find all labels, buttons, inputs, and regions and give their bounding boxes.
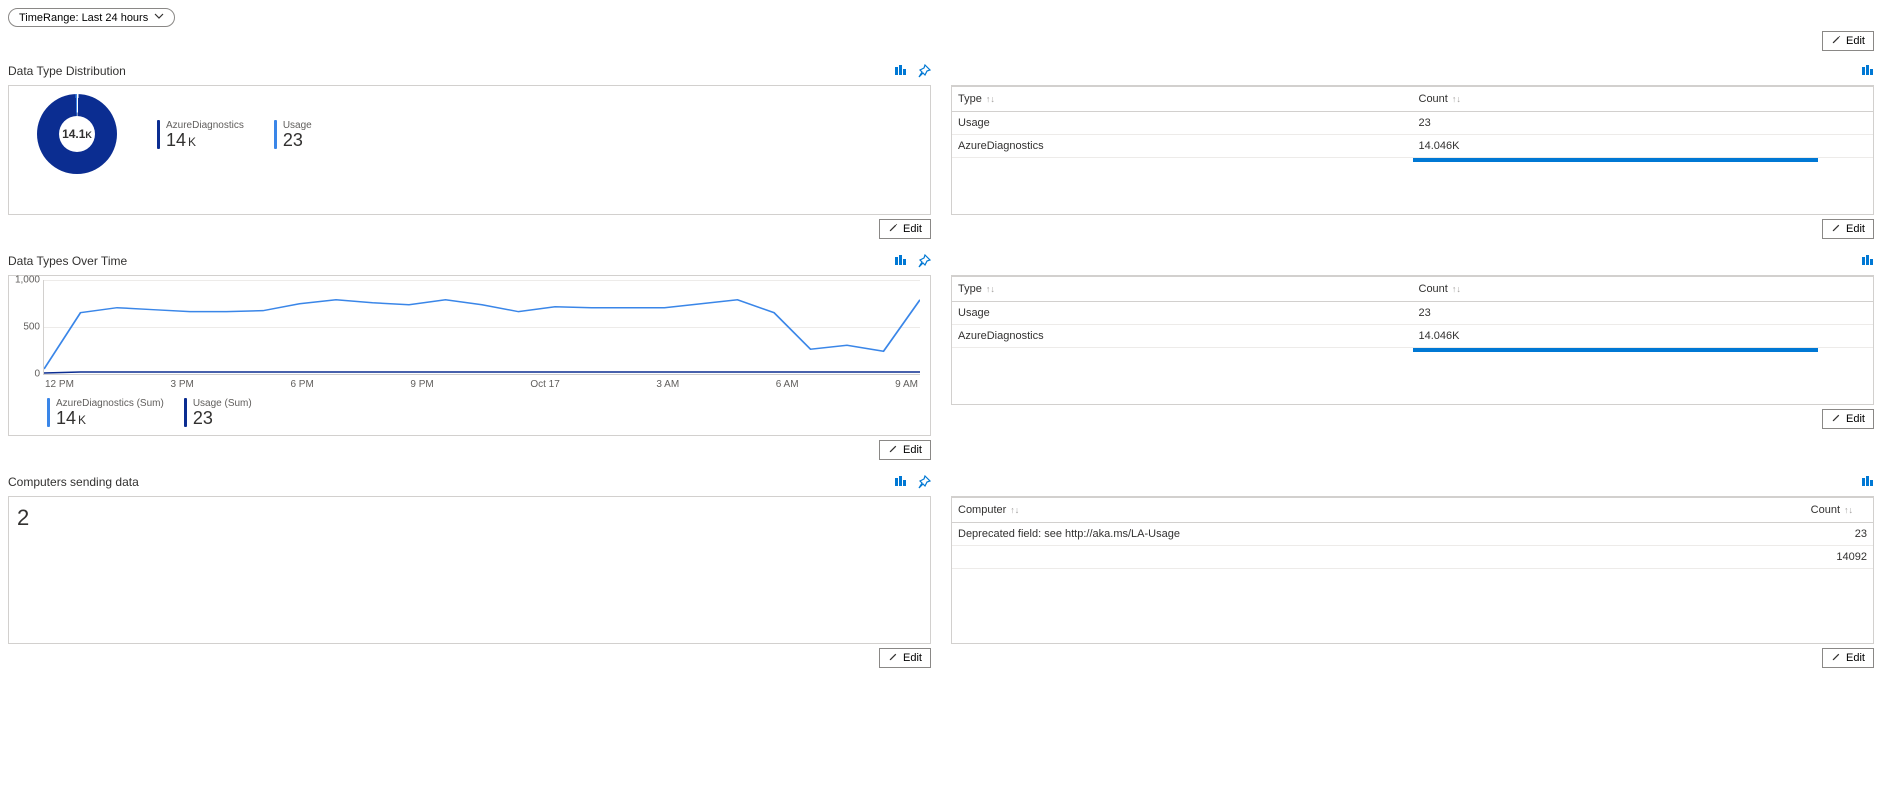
edit-label: Edit <box>1846 35 1865 47</box>
logs-icon[interactable] <box>1860 254 1874 268</box>
logs-icon[interactable] <box>1860 64 1874 78</box>
donut-center-value: 14.1K <box>62 127 92 141</box>
pencil-icon <box>1831 222 1842 236</box>
panel-type-count-table-2: Type↑↓ Count↑↓ Usage 23 AzureDiagnostics… <box>951 251 1874 460</box>
pencil-icon <box>1831 34 1842 48</box>
edit-button[interactable]: Edit <box>1822 648 1874 668</box>
pin-icon[interactable] <box>917 254 931 268</box>
summary-azurediagnostics: AzureDiagnostics (Sum) 14K <box>47 398 164 427</box>
edit-button[interactable]: Edit <box>879 440 931 460</box>
table-row: AzureDiagnostics 14.046K <box>952 135 1873 158</box>
panel-title: Computers sending data <box>8 475 139 489</box>
edit-label: Edit <box>903 444 922 456</box>
sort-icon: ↑↓ <box>982 94 995 104</box>
pin-icon[interactable] <box>917 475 931 489</box>
pencil-icon <box>888 651 899 665</box>
panel-computer-table: Computer↑↓ Count↑↓ Deprecated field: see… <box>951 472 1874 668</box>
col-type[interactable]: Type↑↓ <box>952 87 1413 112</box>
logs-icon[interactable] <box>1860 475 1874 489</box>
col-computer[interactable]: Computer↑↓ <box>952 498 1735 523</box>
computers-count: 2 <box>17 505 922 531</box>
edit-button[interactable]: Edit <box>879 219 931 239</box>
edit-label: Edit <box>903 223 922 235</box>
donut-chart: 14.1K <box>37 94 117 174</box>
panel-data-types-over-time: Data Types Over Time 1,000 500 0 12 PM <box>8 251 931 460</box>
sort-icon: ↑↓ <box>1448 94 1461 104</box>
legend-item-azurediagnostics: AzureDiagnostics 14K <box>157 120 244 149</box>
edit-label: Edit <box>1846 652 1865 664</box>
pencil-icon <box>888 222 899 236</box>
chart-donut: 14.1K AzureDiagnostics 14K Usag <box>8 85 931 215</box>
edit-label: Edit <box>903 652 922 664</box>
logs-icon[interactable] <box>893 475 907 489</box>
table-row: Usage 23 <box>952 302 1873 325</box>
table-row: Usage 23 <box>952 112 1873 135</box>
logs-icon[interactable] <box>893 254 907 268</box>
edit-button[interactable]: Edit <box>879 648 931 668</box>
panel-title: Data Types Over Time <box>8 254 127 268</box>
type-count-table: Type↑↓ Count↑↓ Usage 23 AzureDiagnostics… <box>952 276 1873 348</box>
col-count[interactable]: Count↑↓ <box>1413 277 1874 302</box>
col-count[interactable]: Count↑↓ <box>1735 498 1873 523</box>
edit-button-top[interactable]: Edit <box>1822 31 1874 51</box>
chevron-down-icon <box>154 11 164 24</box>
logs-icon[interactable] <box>893 64 907 78</box>
table-row: Deprecated field: see http://aka.ms/LA-U… <box>952 523 1873 546</box>
edit-label: Edit <box>1846 413 1865 425</box>
pencil-icon <box>888 443 899 457</box>
pencil-icon <box>1831 651 1842 665</box>
pencil-icon <box>1831 412 1842 426</box>
type-count-table: Type↑↓ Count↑↓ Usage 23 AzureDiagnostics… <box>952 86 1873 158</box>
edit-button[interactable]: Edit <box>1822 219 1874 239</box>
pin-icon[interactable] <box>917 64 931 78</box>
table-row: AzureDiagnostics 14.046K <box>952 325 1873 348</box>
edit-label: Edit <box>1846 223 1865 235</box>
x-axis-labels: 12 PM 3 PM 6 PM 9 PM Oct 17 3 AM 6 AM 9 … <box>43 375 920 390</box>
timerange-selector[interactable]: TimeRange: Last 24 hours <box>8 8 175 27</box>
legend-item-usage: Usage 23 <box>274 120 312 149</box>
table-row: 14092 <box>952 546 1873 569</box>
col-count[interactable]: Count↑↓ <box>1413 87 1874 112</box>
panel-computers-sending-data: Computers sending data 2 Edit <box>8 472 931 668</box>
computer-table: Computer↑↓ Count↑↓ Deprecated field: see… <box>952 497 1873 569</box>
summary-usage: Usage (Sum) 23 <box>184 398 252 427</box>
col-type[interactable]: Type↑↓ <box>952 277 1413 302</box>
line-chart: 1,000 500 0 <box>43 280 920 375</box>
timerange-label: TimeRange: Last 24 hours <box>19 12 148 24</box>
panel-data-type-distribution: Data Type Distribution 14.1K <box>8 61 931 239</box>
panel-title: Data Type Distribution <box>8 64 126 78</box>
edit-button[interactable]: Edit <box>1822 409 1874 429</box>
panel-type-count-table-1: Type↑↓ Count↑↓ Usage 23 AzureDiagnostics… <box>951 61 1874 239</box>
